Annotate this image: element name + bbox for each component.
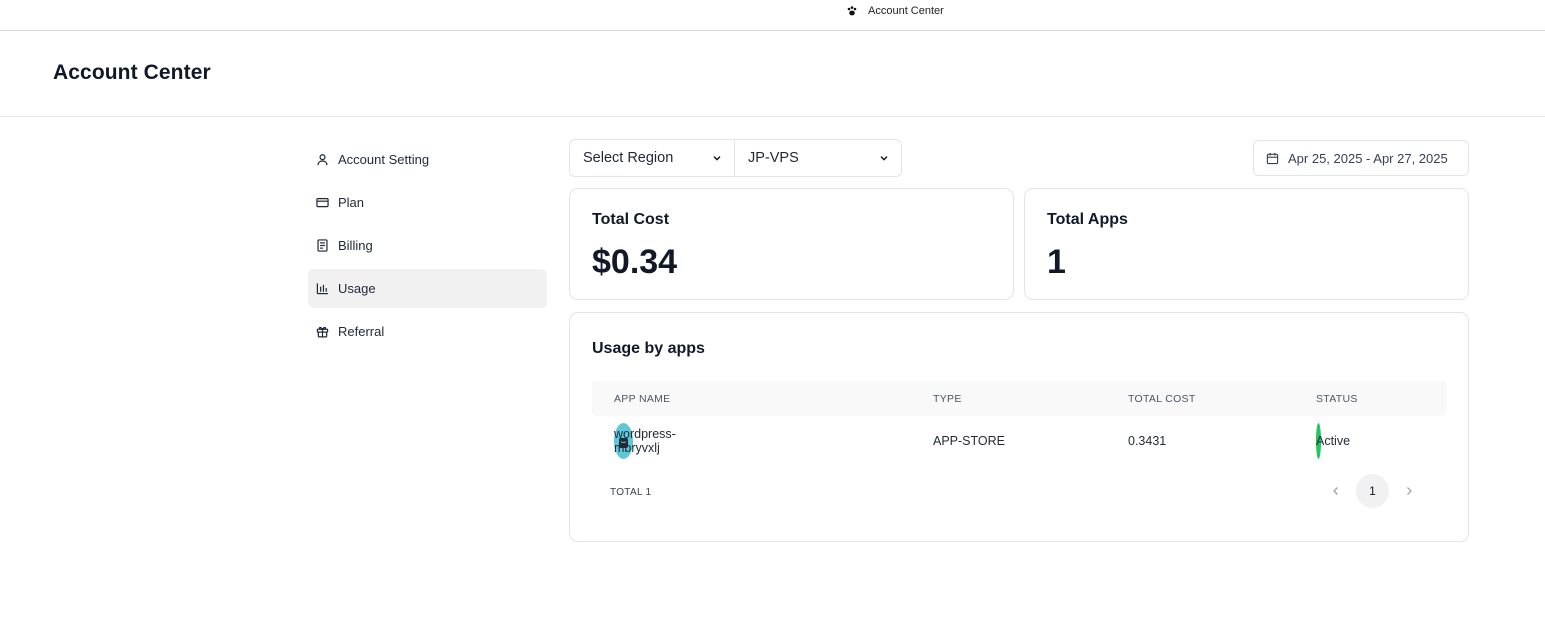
gift-icon [316, 326, 329, 338]
sidebar-item-account-setting[interactable]: Account Setting [308, 140, 547, 179]
window-title-group: Account Center [846, 5, 944, 17]
table-total-count: TOTAL 1 [610, 487, 652, 498]
sidebar-item-plan[interactable]: Plan [308, 183, 547, 222]
filter-selects: Select Region JP-VPS [569, 139, 902, 177]
user-icon [317, 154, 328, 166]
sidebar-item-label: Account Setting [338, 152, 430, 167]
bar-chart-icon [316, 283, 328, 295]
column-header-type: TYPE [933, 392, 962, 405]
prev-page-button[interactable] [1324, 474, 1348, 508]
sidebar: Account Setting Plan Billing Usage Refer… [308, 140, 547, 355]
sidebar-item-label: Plan [338, 195, 365, 210]
total-apps-value: 1 [1047, 243, 1066, 281]
server-select[interactable]: JP-VPS [735, 139, 902, 177]
column-header-status: STATUS [1316, 392, 1358, 405]
chevron-right-icon [1407, 487, 1412, 495]
total-cost-label: Total Cost [592, 211, 670, 228]
pagination: 1 [1324, 474, 1421, 508]
usage-by-apps-title: Usage by apps [592, 340, 705, 357]
next-page-button[interactable] [1397, 474, 1421, 508]
page-header: Account Center [0, 31, 1545, 117]
sidebar-item-referral[interactable]: Referral [308, 312, 547, 351]
app-name: wordpress-mbryvxlj [614, 427, 676, 455]
app-type: APP-STORE [933, 434, 1006, 448]
total-cost-value: $0.34 [592, 243, 678, 281]
column-header-total-cost: TOTAL COST [1128, 392, 1196, 405]
chevron-down-icon [880, 156, 888, 161]
chevron-down-icon [713, 156, 721, 161]
total-cost-card: Total Cost $0.34 [569, 188, 1014, 300]
sidebar-item-label: Usage [338, 281, 376, 296]
column-header-app-name: APP NAME [614, 392, 671, 405]
window-title: Account Center [868, 5, 944, 17]
usage-by-apps-card: Usage by apps APP NAME TYPE TOTAL COST S… [569, 312, 1469, 542]
chevron-left-icon [1333, 487, 1338, 495]
page-title: Account Center [53, 61, 211, 84]
table-header: APP NAME TYPE TOTAL COST STATUS [592, 381, 1447, 416]
receipt-icon [317, 239, 328, 252]
total-apps-label: Total Apps [1047, 211, 1128, 228]
paw-icon [847, 6, 857, 16]
sidebar-item-label: Billing [338, 238, 373, 253]
date-range-picker[interactable]: Apr 25, 2025 - Apr 27, 2025 [1253, 140, 1469, 176]
calendar-icon [1266, 152, 1279, 164]
sidebar-item-usage[interactable]: Usage [308, 269, 547, 308]
date-range-value: Apr 25, 2025 - Apr 27, 2025 [1288, 150, 1448, 166]
region-select[interactable]: Select Region [569, 139, 735, 177]
server-select-value: JP-VPS [748, 150, 799, 166]
status-badge: Active [1316, 434, 1351, 448]
credit-card-icon [316, 197, 329, 208]
sidebar-item-billing[interactable]: Billing [308, 226, 547, 265]
total-apps-card: Total Apps 1 [1024, 188, 1469, 300]
region-select-value: Select Region [583, 150, 674, 166]
sidebar-item-label: Referral [338, 324, 385, 339]
window-titlebar: Account Center [0, 0, 1545, 31]
table-row[interactable]: wordpress-mbryvxlj APP-STORE 0.3431 Acti… [592, 423, 1447, 459]
page-number-button[interactable]: 1 [1356, 474, 1389, 508]
app-total-cost: 0.3431 [1128, 434, 1167, 448]
